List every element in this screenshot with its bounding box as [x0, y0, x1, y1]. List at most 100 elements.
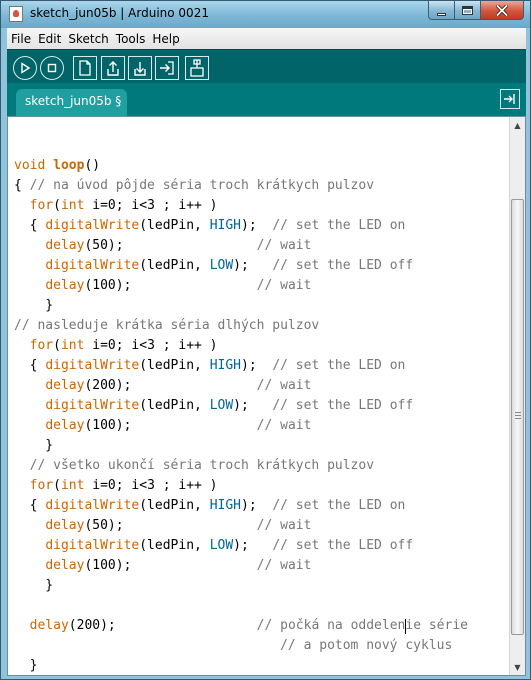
- code-token: (100);: [84, 418, 132, 433]
- code-token: digitalWrite: [45, 358, 140, 373]
- new-button[interactable]: [73, 56, 97, 80]
- open-button[interactable]: [101, 56, 125, 80]
- code-token: );: [241, 498, 273, 513]
- vertical-scrollbar[interactable]: ▲ ▼: [509, 117, 525, 675]
- code-line[interactable]: delay(200); // počká na oddelenie série: [14, 616, 504, 636]
- code-token: (50);: [84, 518, 124, 533]
- code-line[interactable]: // a potom nový cyklus: [14, 636, 504, 656]
- code-line[interactable]: }: [14, 296, 504, 316]
- code-line[interactable]: for(int i=0; i<3 ; i++ ): [14, 476, 504, 496]
- code-token: // wait: [256, 518, 312, 533]
- code-token: (200);: [84, 378, 132, 393]
- scroll-down-arrow[interactable]: ▼: [510, 659, 525, 675]
- scroll-up-arrow[interactable]: ▲: [510, 117, 525, 133]
- code-token: );: [233, 258, 273, 273]
- code-token: void: [14, 158, 54, 173]
- serial-monitor-button[interactable]: [185, 56, 209, 80]
- menu-tools[interactable]: Tools: [116, 32, 146, 46]
- code-line[interactable]: [14, 596, 504, 616]
- close-button[interactable]: [481, 1, 524, 20]
- menu-bar: File Edit Sketch Tools Help: [7, 28, 526, 49]
- code-line[interactable]: delay(100); // wait: [14, 556, 504, 576]
- stop-button[interactable]: [40, 56, 64, 80]
- code-line[interactable]: { digitalWrite(ledPin, HIGH); // set the…: [14, 216, 504, 236]
- minimize-icon: [437, 12, 446, 16]
- code-token: int: [60, 478, 85, 493]
- code-line[interactable]: delay(50); // wait: [14, 516, 504, 536]
- tab-menu-button[interactable]: [500, 89, 520, 109]
- code-token: delay: [45, 278, 85, 293]
- code-token: {: [14, 498, 46, 513]
- code-line[interactable]: for(int i=0; i<3 ; i++ ): [14, 336, 504, 356]
- code-line[interactable]: { // na úvod pôjde séria troch krátkych …: [14, 176, 504, 196]
- code-line[interactable]: void loop(): [14, 156, 504, 176]
- code-editor[interactable]: void loop(){ // na úvod pôjde séria troc…: [7, 116, 526, 676]
- code-line[interactable]: for(int i=0; i<3 ; i++ ): [14, 196, 504, 216]
- code-token: );: [241, 218, 273, 233]
- code-token: (200);: [68, 618, 116, 633]
- code-token: (100);: [84, 278, 132, 293]
- code-token: }: [14, 298, 54, 313]
- code-token: // set the LED off: [272, 538, 414, 553]
- code-token: // wait: [256, 378, 312, 393]
- code-token: HIGH: [209, 358, 241, 373]
- tab-sketch[interactable]: sketch_jun05b §: [16, 89, 127, 116]
- code-line[interactable]: delay(100); // wait: [14, 276, 504, 296]
- code-line[interactable]: delay(200); // wait: [14, 376, 504, 396]
- code-line[interactable]: }: [14, 656, 504, 675]
- menu-file[interactable]: File: [11, 32, 31, 46]
- toolbar: [7, 49, 526, 83]
- code-token: // všetko ukončí séria troch krátkych pu…: [29, 458, 375, 473]
- menu-sketch[interactable]: Sketch: [68, 32, 108, 46]
- menu-edit[interactable]: Edit: [38, 32, 61, 46]
- scroll-thumb[interactable]: [511, 199, 524, 635]
- code-line[interactable]: }: [14, 436, 504, 456]
- tab-strip: sketch_jun05b §: [7, 83, 526, 116]
- code-line[interactable]: }: [14, 576, 504, 596]
- menu-help[interactable]: Help: [152, 32, 179, 46]
- code-token: delay: [45, 518, 85, 533]
- code-line[interactable]: digitalWrite(ledPin, LOW); // set the LE…: [14, 536, 504, 556]
- code-token: digitalWrite: [45, 398, 140, 413]
- code-line[interactable]: digitalWrite(ledPin, LOW); // set the LE…: [14, 256, 504, 276]
- open-icon: [107, 61, 119, 76]
- code-line[interactable]: digitalWrite(ledPin, LOW); // set the LE…: [14, 396, 504, 416]
- code-line[interactable]: // všetko ukončí séria troch krátkych pu…: [14, 456, 504, 476]
- code-line[interactable]: delay(50); // wait: [14, 236, 504, 256]
- code-token: (ledPin,: [139, 498, 210, 513]
- code-token: );: [233, 398, 273, 413]
- code-token: );: [241, 358, 273, 373]
- code-token: // wait: [256, 418, 312, 433]
- code-token: digitalWrite: [45, 498, 140, 513]
- upload-button[interactable]: [155, 56, 179, 80]
- code-token: delay: [45, 418, 85, 433]
- title-bar[interactable]: sketch_jun05b | Arduino 0021: [1, 1, 530, 28]
- maximize-button[interactable]: [455, 1, 481, 20]
- code-token: (50);: [84, 238, 124, 253]
- code-token: i=0; i<3 ; i++ ): [84, 338, 218, 353]
- code-area[interactable]: void loop(){ // na úvod pôjde séria troc…: [14, 136, 504, 675]
- code-token: );: [233, 538, 273, 553]
- arduino-window: sketch_jun05b | Arduino 0021 File Edit S…: [0, 0, 531, 680]
- code-line[interactable]: // nasleduje krátka séria dlhých pulzov: [14, 316, 504, 336]
- code-line[interactable]: [14, 136, 504, 156]
- code-token: for: [29, 338, 54, 353]
- code-line[interactable]: { digitalWrite(ledPin, HIGH); // set the…: [14, 356, 504, 376]
- minimize-button[interactable]: [428, 1, 455, 20]
- code-line[interactable]: delay(100); // wait: [14, 416, 504, 436]
- tab-menu-icon: [504, 94, 515, 104]
- code-token: (ledPin,: [139, 538, 210, 553]
- verify-button[interactable]: [13, 56, 37, 80]
- code-token: delay: [29, 618, 69, 633]
- code-line[interactable]: { digitalWrite(ledPin, HIGH); // set the…: [14, 496, 504, 516]
- java-app-icon: [9, 6, 23, 22]
- save-button[interactable]: [128, 56, 152, 80]
